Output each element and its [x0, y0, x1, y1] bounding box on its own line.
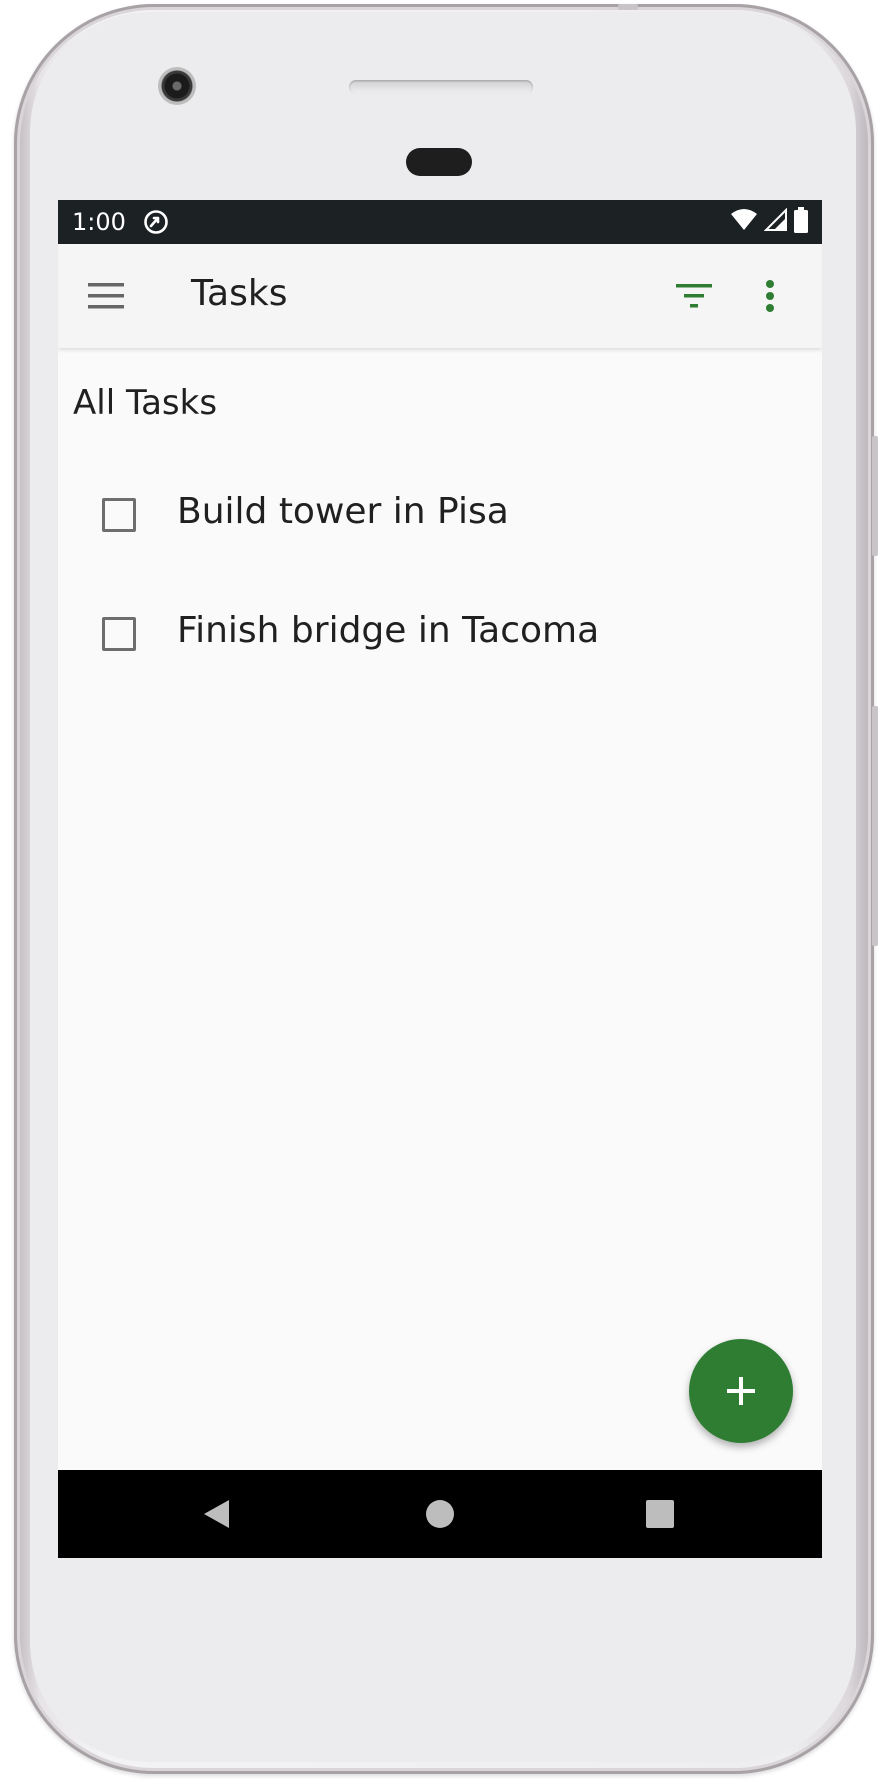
volume-button: [872, 436, 878, 556]
task-row[interactable]: Build tower in Pisa: [58, 458, 822, 577]
more-vert-icon[interactable]: [752, 270, 788, 322]
status-icons: [730, 207, 808, 237]
section-title: All Tasks: [73, 383, 218, 423]
task-list: Build tower in Pisa Finish bridge in Tac…: [58, 458, 822, 696]
cell-signal-icon: [763, 207, 788, 236]
app-bar: Tasks: [58, 244, 822, 348]
proximity-sensor: [406, 148, 472, 176]
app-screen: 1:00 Tasks All Tasks Build tower in Pisa…: [58, 200, 822, 1558]
earpiece-speaker: [349, 80, 533, 94]
task-checkbox[interactable]: [102, 617, 136, 651]
back-triangle-icon[interactable]: [194, 1492, 238, 1536]
filter-icon[interactable]: [670, 274, 718, 318]
system-nav-bar: [58, 1470, 822, 1558]
task-row[interactable]: Finish bridge in Tacoma: [58, 577, 822, 696]
status-bar: 1:00: [58, 200, 822, 244]
add-task-button[interactable]: [689, 1339, 793, 1443]
task-title: Build tower in Pisa: [177, 491, 509, 532]
page-title: Tasks: [191, 273, 288, 314]
home-circle-icon[interactable]: [418, 1492, 462, 1536]
device-mockup: 1:00 Tasks All Tasks Build tower in Pisa…: [0, 0, 880, 1792]
hamburger-menu-icon[interactable]: [82, 276, 130, 316]
task-title: Finish bridge in Tacoma: [177, 610, 600, 651]
status-time: 1:00: [72, 208, 126, 236]
battery-icon: [794, 207, 808, 237]
recents-square-icon[interactable]: [638, 1492, 682, 1536]
task-checkbox[interactable]: [102, 498, 136, 532]
top-edge-notch: [618, 4, 638, 10]
power-button: [872, 706, 878, 946]
sync-icon: [143, 209, 169, 235]
front-camera: [158, 67, 196, 105]
add-icon: [727, 1377, 755, 1405]
wifi-icon: [730, 208, 758, 236]
